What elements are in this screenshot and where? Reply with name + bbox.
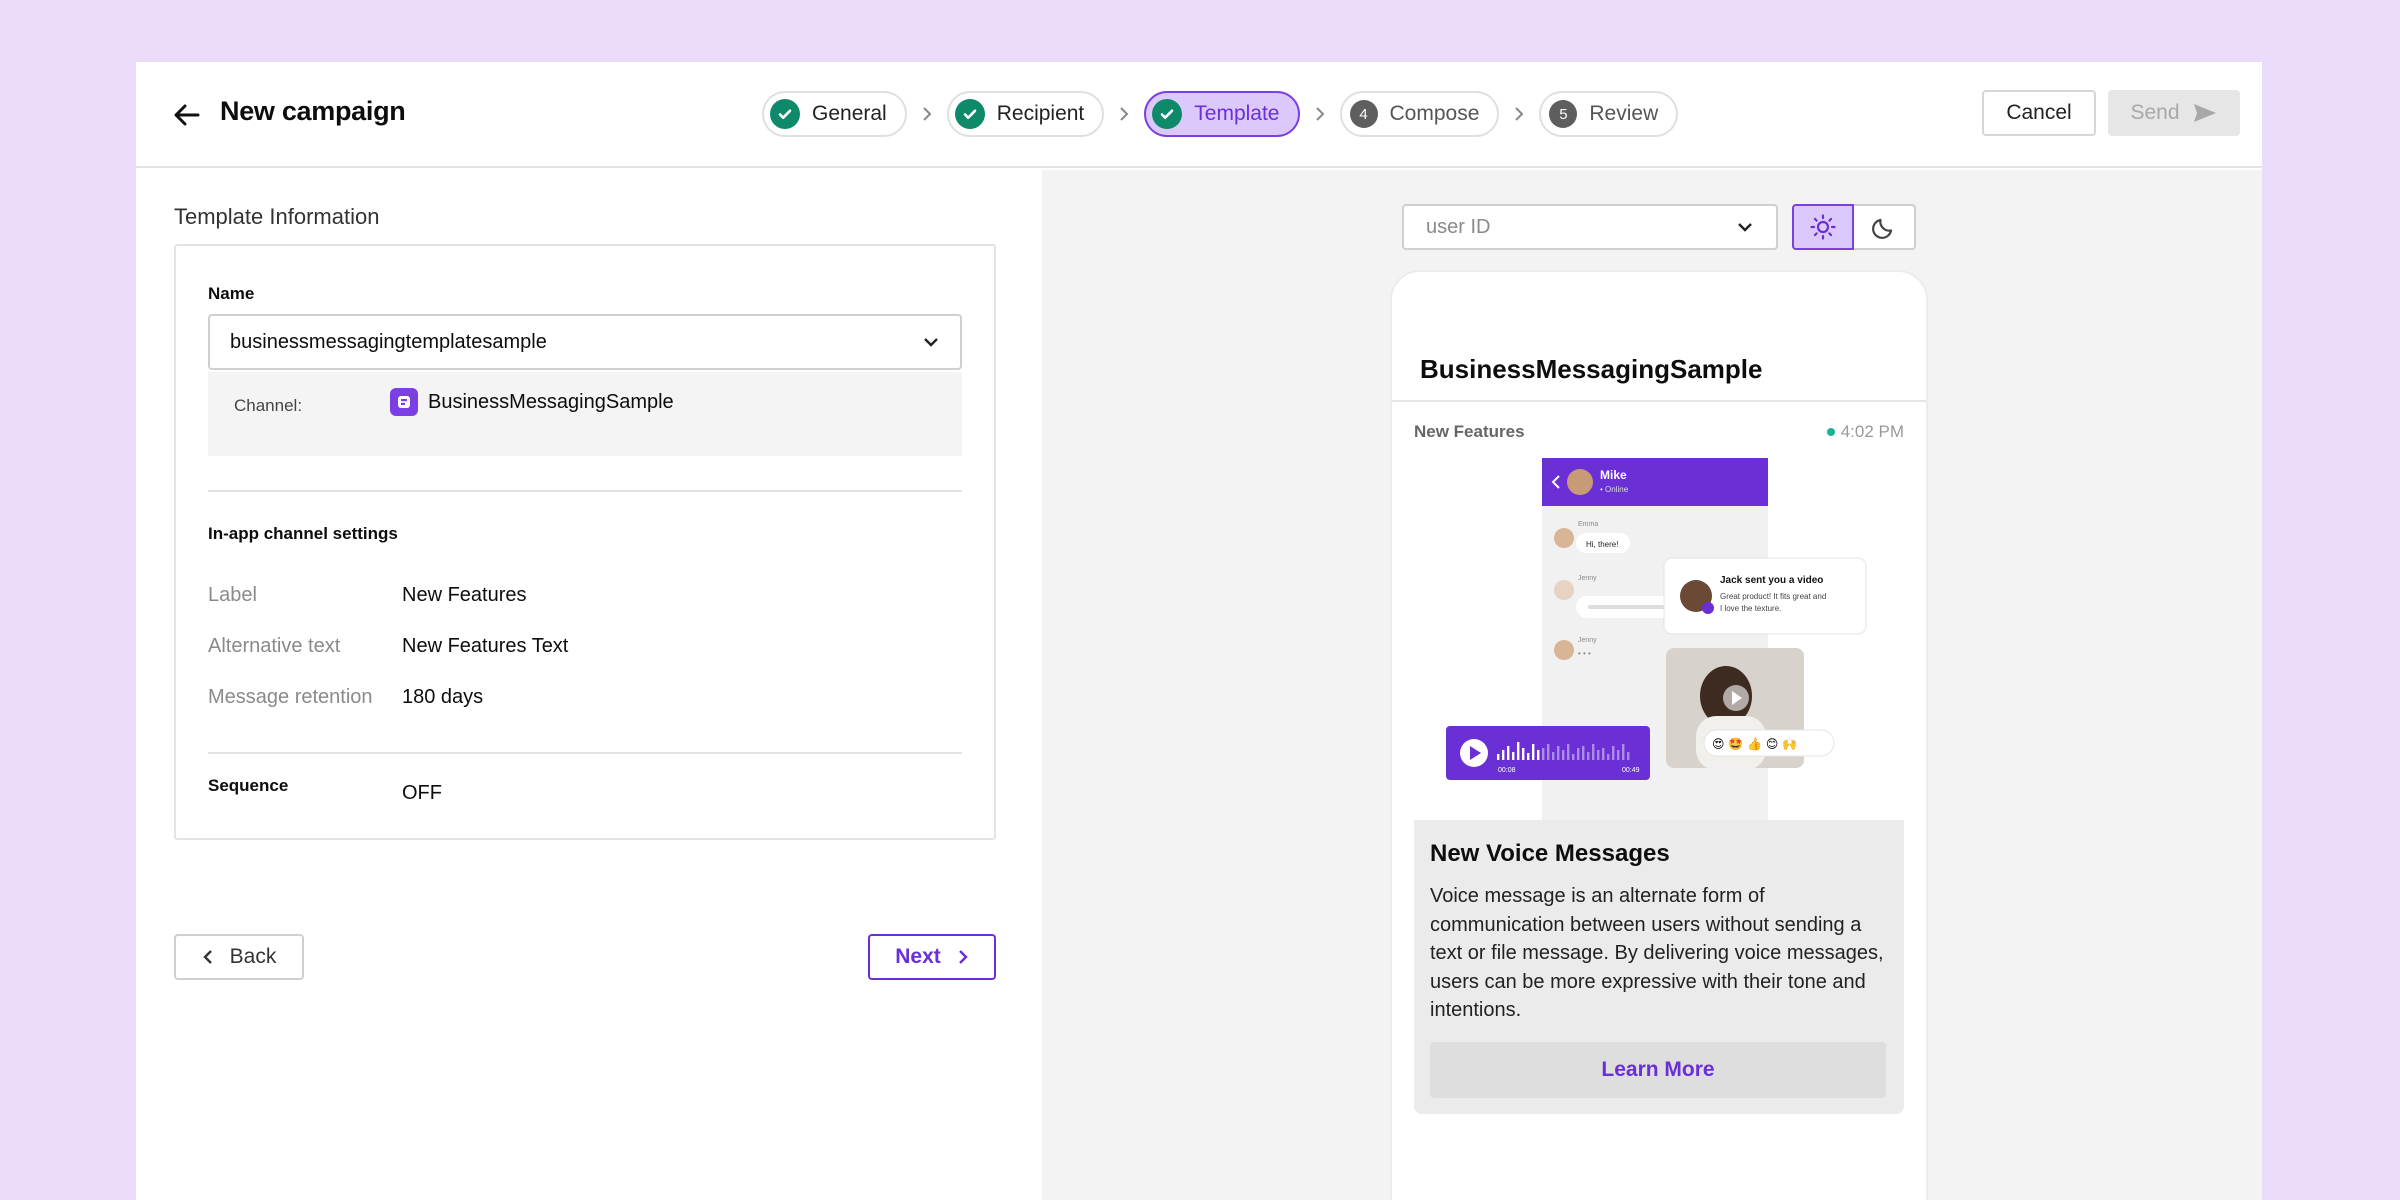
moon-icon — [1872, 218, 1893, 239]
message-image[interactable]: Mike • Online Emma Hi, there! Jenny Jenn… — [1414, 458, 1904, 820]
step-number: 5 — [1549, 100, 1578, 128]
settings-heading: In-app channel settings — [208, 524, 398, 543]
sun-icon — [1810, 214, 1836, 240]
step-compose[interactable]: 4 Compose — [1339, 91, 1500, 137]
notification-text: I love the texture. — [1720, 604, 1781, 613]
cancel-button[interactable]: Cancel — [1982, 90, 2096, 136]
sender-name: Jenny — [1578, 637, 1597, 644]
back-button[interactable]: Back — [174, 934, 304, 980]
phone-preview: BusinessMessagingSample New Features 4:0… — [1390, 270, 1928, 1200]
audio-elapsed: 00:08 — [1498, 767, 1516, 774]
chevron-right-icon — [958, 950, 968, 964]
theme-toggle — [1792, 204, 1916, 250]
step-general[interactable]: General — [762, 91, 907, 137]
setting-value: 180 days — [402, 686, 484, 708]
notification-title: Jack sent you a video — [1720, 575, 1823, 586]
template-name-select[interactable]: businessmessagingtemplatesample — [208, 314, 962, 370]
emoji-reactions: 😍 🤩 👍 😊 🙌 — [1712, 737, 1797, 751]
avatar — [1554, 528, 1574, 548]
notification-text: Great product! It fits great and — [1720, 592, 1826, 601]
avatar — [1554, 580, 1574, 600]
sender-name: Emma — [1578, 521, 1598, 528]
chat-status: • Online — [1600, 485, 1629, 494]
setting-value: New Features — [402, 584, 527, 606]
chevron-right-icon — [1300, 106, 1340, 122]
check-icon — [954, 99, 985, 129]
divider — [208, 490, 962, 492]
send-icon — [2193, 104, 2216, 122]
audio-total: 00:49 — [1622, 767, 1640, 774]
message-headline: New Voice Messages — [1430, 840, 1670, 867]
name-label: Name — [208, 284, 255, 303]
light-theme-button[interactable] — [1792, 204, 1854, 250]
sequence-label: Sequence — [208, 776, 289, 795]
step-recipient[interactable]: Recipient — [946, 91, 1105, 137]
setting-value: New Features Text — [402, 635, 569, 657]
preview-pane: user ID BusinessMessagingSample New Feat… — [1042, 170, 2262, 1200]
sender-name: Jenny — [1578, 575, 1597, 582]
chevron-right-icon — [1104, 106, 1144, 122]
user-id-placeholder: user ID — [1426, 215, 1491, 238]
chat-bubble: Hi, there! — [1586, 540, 1618, 549]
channel-label: Channel: — [234, 396, 303, 415]
back-label: Back — [229, 945, 277, 968]
channel-app-icon — [390, 388, 418, 416]
chevron-left-icon — [202, 950, 212, 964]
user-id-select[interactable]: user ID — [1402, 204, 1778, 250]
message-label: New Features — [1414, 422, 1525, 441]
header: New campaign General Recipient Template … — [136, 62, 2262, 168]
divider — [208, 752, 962, 754]
message-body: New Voice Messages Voice message is an a… — [1414, 820, 1904, 1114]
check-icon — [770, 99, 800, 129]
channel-value: BusinessMessagingSample — [428, 391, 674, 413]
step-label: Review — [1589, 102, 1659, 125]
step-number: 4 — [1349, 100, 1378, 128]
page-title: New campaign — [220, 96, 406, 126]
dark-theme-button[interactable] — [1854, 204, 1916, 250]
send-label: Send — [2130, 101, 2180, 124]
check-icon — [1152, 99, 1183, 129]
chat-name: Mike — [1600, 468, 1627, 482]
template-info-card: Name businessmessagingtemplatesample Cha… — [174, 244, 996, 840]
divider — [1392, 400, 1926, 402]
step-template[interactable]: Template — [1144, 91, 1300, 137]
phone-channel-title: BusinessMessagingSample — [1420, 354, 1763, 384]
message-time-text: 4:02 PM — [1840, 422, 1904, 441]
section-heading: Template Information — [174, 204, 380, 229]
message-time: 4:02 PM — [1826, 422, 1904, 442]
setting-key: Label — [208, 584, 257, 606]
next-button[interactable]: Next — [868, 934, 996, 980]
step-review[interactable]: 5 Review — [1539, 91, 1679, 137]
chevron-down-icon — [1738, 223, 1752, 232]
typing-indicator: • • • — [1578, 649, 1591, 658]
stepper: General Recipient Template 4 Compose 5 R… — [762, 90, 1679, 138]
step-label: General — [812, 102, 887, 125]
avatar — [1567, 469, 1593, 495]
chevron-right-icon — [1499, 106, 1539, 122]
template-name-value: businessmessagingtemplatesample — [230, 330, 547, 353]
template-info-pane: Template Information Name businessmessag… — [136, 170, 1041, 1200]
send-button[interactable]: Send — [2108, 90, 2240, 136]
step-label: Compose — [1389, 102, 1480, 125]
setting-key: Alternative text — [208, 635, 341, 657]
campaign-window: New campaign General Recipient Template … — [136, 62, 2262, 1200]
learn-more-button[interactable]: Learn More — [1430, 1042, 1886, 1098]
setting-key: Message retention — [208, 686, 373, 708]
chevron-right-icon — [907, 106, 947, 122]
avatar — [1554, 640, 1574, 660]
sequence-value: OFF — [402, 782, 442, 804]
chevron-down-icon — [924, 338, 938, 347]
next-label: Next — [895, 945, 941, 968]
step-label: Recipient — [996, 102, 1085, 125]
channel-info: Channel: BusinessMessagingSample — [208, 372, 962, 456]
status-dot — [1826, 428, 1835, 436]
step-label: Template — [1194, 102, 1280, 125]
back-arrow-icon[interactable] — [170, 98, 204, 132]
message-text: Voice message is an alternate form of co… — [1430, 885, 1884, 1021]
